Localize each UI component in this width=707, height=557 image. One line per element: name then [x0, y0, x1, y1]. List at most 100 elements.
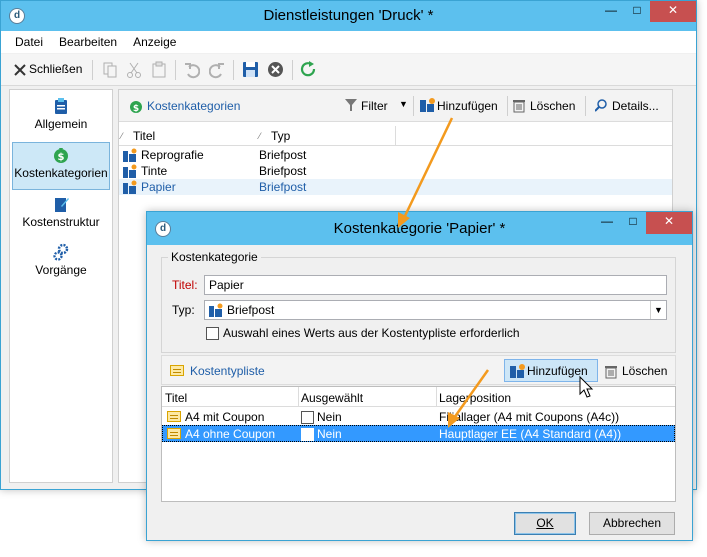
row-selected-checkbox[interactable]	[301, 428, 314, 441]
save-icon[interactable]	[242, 61, 259, 79]
require-value-checkbox[interactable]	[206, 327, 219, 340]
maximize-button[interactable]: □	[624, 1, 650, 22]
add-button[interactable]: Hinzufügen	[419, 93, 503, 117]
dialog-delete-button[interactable]: Löschen	[602, 359, 672, 383]
main-titlebar[interactable]: d Dienstleistungen 'Druck' * — □ ✕	[1, 1, 696, 31]
svg-text:$: $	[133, 104, 139, 114]
row-title: Papier	[141, 180, 176, 194]
list-item[interactable]: Tinte Briefpost	[119, 163, 672, 179]
sort-icon: ⁄	[259, 131, 261, 141]
row-type: Briefpost	[259, 164, 307, 178]
close-x-icon	[14, 64, 26, 76]
cost-type-list: Titel Ausgewählt Lagerposition A4 mit Co…	[161, 386, 676, 502]
refresh-icon[interactable]	[300, 61, 317, 79]
dialog-add-button[interactable]: Hinzufügen	[504, 359, 598, 382]
cancel-circle-icon[interactable]	[267, 61, 284, 79]
table-row[interactable]: A4 mit Coupon Nein Filiallager (A4 mit C…	[162, 408, 675, 425]
sidebar-item-label: Allgemein	[34, 117, 88, 131]
menu-anzeige[interactable]: Anzeige	[125, 35, 184, 49]
list-item[interactable]: Reprografie Briefpost	[119, 147, 672, 163]
filter-label: Filter	[361, 99, 388, 113]
funnel-icon	[345, 99, 357, 111]
chevron-down-icon[interactable]: ▼	[650, 301, 666, 319]
list-header: Titel Ausgewählt Lagerposition	[162, 387, 675, 407]
sidebar-item-label: Kostenstruktur	[22, 215, 100, 229]
delete-label: Löschen	[530, 99, 576, 113]
column-header-typ[interactable]: Typ	[271, 129, 290, 143]
section-title: Kostenkategorien	[147, 99, 241, 113]
title-field-value: Papier	[209, 278, 244, 292]
type-combobox[interactable]: Briefpost ▼	[204, 300, 667, 320]
type-label: Typ:	[172, 303, 195, 317]
content-toolbar: $ Kostenkategorien Filter ▼ Hinzufügen L…	[119, 90, 672, 122]
table-row[interactable]: A4 ohne Coupon Nein Hauptlager EE (A4 St…	[162, 425, 675, 442]
add-label: Hinzufügen	[437, 99, 498, 113]
dialog-titlebar[interactable]: d Kostenkategorie 'Papier' * — □ ✕	[147, 212, 692, 245]
close-button[interactable]: Schließen	[11, 61, 85, 79]
money-bag-icon: $	[54, 148, 68, 163]
add-category-icon	[420, 98, 435, 112]
column-header-titel[interactable]: Titel	[133, 129, 155, 143]
menu-bar: Datei Bearbeiten Anzeige	[1, 31, 696, 53]
menu-bearbeiten[interactable]: Bearbeiten	[51, 35, 125, 49]
groupbox-label: Kostenkategorie	[168, 250, 261, 264]
sidebar-item-kostenkategorien[interactable]: $ Kostenkategorien	[12, 142, 110, 190]
dialog-add-label: Hinzufügen	[527, 364, 588, 378]
close-button-label: Schließen	[29, 62, 83, 76]
column-header-ausgewaehlt[interactable]: Ausgewählt	[301, 391, 363, 405]
main-toolbar: Schließen	[1, 54, 696, 86]
row-type: Briefpost	[259, 148, 307, 162]
cancel-button[interactable]: Abbrechen	[589, 512, 675, 535]
minimize-button[interactable]: —	[594, 212, 620, 234]
delete-button[interactable]: Löschen	[512, 93, 580, 117]
list-item[interactable]: Papier Briefpost	[119, 179, 672, 195]
cost-type-list-icon	[170, 365, 184, 376]
menu-datei[interactable]: Datei	[7, 35, 51, 49]
row-selected-value: Nein	[317, 410, 342, 424]
paste-icon[interactable]	[151, 61, 167, 79]
minimize-button[interactable]: —	[598, 1, 624, 22]
category-dialog: d Kostenkategorie 'Papier' * — □ ✕ Koste…	[146, 211, 693, 541]
row-type: Briefpost	[259, 180, 307, 194]
clipboard-icon	[55, 98, 67, 114]
column-header-lagerposition[interactable]: Lagerposition	[439, 391, 511, 405]
magnifier-icon	[595, 99, 607, 112]
list-header: ⁄ Titel ⁄ Typ	[119, 126, 672, 146]
column-header-titel[interactable]: Titel	[165, 391, 187, 405]
redo-icon[interactable]	[209, 61, 225, 79]
sort-icon: ⁄	[121, 131, 123, 141]
main-window-title: Dienstleistungen 'Druck' *	[263, 7, 434, 24]
cut-icon[interactable]	[126, 61, 142, 79]
title-field[interactable]: Papier	[204, 275, 667, 295]
sidebar-item-kostenstruktur[interactable]: Kostenstruktur	[12, 192, 110, 240]
ok-label: OK	[536, 516, 554, 530]
row-selected-value: Nein	[317, 427, 342, 441]
cost-type-icon	[167, 411, 181, 422]
add-category-icon	[510, 364, 525, 378]
row-position: Filiallager (A4 mit Coupons (A4c))	[439, 410, 620, 424]
close-dialog-button[interactable]: ✕	[646, 212, 692, 234]
category-icon	[123, 180, 137, 194]
category-groupbox: Kostenkategorie Titel: Papier Typ: Brief…	[161, 250, 676, 353]
copy-icon[interactable]	[102, 61, 118, 79]
trash-icon	[605, 366, 617, 379]
category-icon	[209, 303, 223, 317]
undo-icon[interactable]	[184, 61, 200, 79]
filter-button[interactable]: Filter ▼	[343, 93, 409, 117]
chevron-down-icon: ▼	[399, 99, 408, 109]
details-label: Details...	[612, 99, 659, 113]
sidebar-item-allgemein[interactable]: Allgemein	[12, 94, 110, 142]
close-window-button[interactable]: ✕	[650, 1, 696, 22]
row-selected-checkbox[interactable]	[301, 411, 314, 424]
maximize-button[interactable]: □	[620, 212, 646, 234]
details-button[interactable]: Details...	[595, 93, 667, 117]
sidebar-item-vorgaenge[interactable]: Vorgänge	[12, 240, 110, 288]
edit-document-icon	[55, 198, 69, 212]
checkbox-label: Auswahl eines Werts aus der Kostentyplis…	[223, 326, 520, 340]
trash-icon	[513, 100, 525, 113]
row-title: A4 ohne Coupon	[185, 427, 276, 441]
dialog-delete-label: Löschen	[622, 364, 668, 378]
cost-type-toolbar: Kostentypliste Hinzufügen Löschen	[161, 355, 676, 385]
category-icon	[123, 164, 137, 178]
ok-button[interactable]: OK	[514, 512, 576, 535]
